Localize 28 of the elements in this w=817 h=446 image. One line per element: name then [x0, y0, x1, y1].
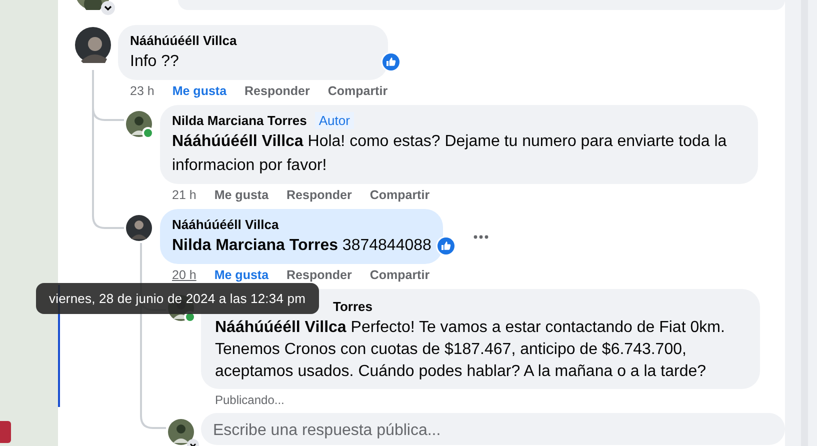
notification-marker: [0, 421, 11, 443]
author-name[interactable]: Nááhúúééll Villca: [172, 216, 279, 233]
comment-time[interactable]: 21 h: [172, 187, 196, 203]
comment-time[interactable]: 23 h: [130, 83, 154, 99]
action-link[interactable]: Compartir: [370, 187, 430, 203]
action-link[interactable]: Compartir: [370, 267, 430, 283]
comment-time[interactable]: 20 h: [172, 267, 196, 283]
action-link[interactable]: Responder: [286, 187, 352, 203]
comment-text: Nááhúúééll Villca Perfecto! Te vamos a estar contactando de Fiat 0km. Tenemos Cronos con cuotas de $187.467, anticipo de $6.743.700, aceptamos usados. Cuándo podes hablar? A la mañana o a la tarde?: [215, 318, 726, 382]
author-name[interactable]: Nilda Marciana Torres: [172, 112, 307, 129]
chevron-icon[interactable]: [101, 1, 115, 15]
action-link[interactable]: Compartir: [328, 83, 388, 99]
comment-text: Nááhúúééll Villca Hola! como estas? Dejame tu numero para enviarte toda la informacion por favor!: [172, 132, 728, 176]
more-options-icon[interactable]: [473, 234, 490, 240]
date-tooltip: viernes, 28 de junio de 2024 a las 12:34 pm: [36, 283, 319, 314]
posting-status: Publicando...: [214, 392, 286, 408]
action-link[interactable]: Responder: [244, 83, 310, 99]
action-link[interactable]: Me gusta: [214, 187, 269, 203]
reply-input-field[interactable]: Escribe una respuesta pública...: [201, 413, 785, 445]
like-reaction-icon[interactable]: [380, 52, 401, 72]
action-link[interactable]: Me gusta: [214, 267, 269, 283]
action-link[interactable]: Me gusta: [172, 83, 227, 99]
comment-text: Nilda Marciana Torres 3874844088: [172, 236, 432, 256]
author-badge: Autor: [314, 112, 354, 129]
author-name[interactable]: Nááhúúééll Villca: [130, 32, 376, 49]
like-reaction-icon[interactable]: [436, 236, 456, 256]
action-link[interactable]: Responder: [286, 267, 352, 283]
comment-text: Info ??: [130, 52, 180, 72]
